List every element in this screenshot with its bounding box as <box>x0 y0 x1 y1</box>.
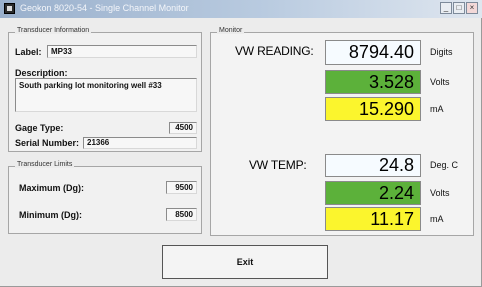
main-window: Geokon 8020-54 - Single Channel Monitor … <box>0 0 482 287</box>
serial-number-caption: Serial Number: <box>15 138 80 148</box>
minimize-icon[interactable]: _ <box>440 2 452 14</box>
minimum-caption: Minimum (Dg): <box>19 210 82 220</box>
vw-temp-ma: 11.17 <box>325 207 421 231</box>
label-field[interactable]: MP33 <box>47 45 197 58</box>
vw-temp-ma-unit: mA <box>430 214 444 224</box>
label-caption: Label: <box>15 47 42 57</box>
vw-temp-value: 24.8 <box>325 154 421 177</box>
title-bar[interactable]: Geokon 8020-54 - Single Channel Monitor … <box>0 0 482 18</box>
vw-temp-unit: Deg. C <box>430 160 459 170</box>
description-caption: Description: <box>15 68 68 78</box>
gage-type-caption: Gage Type: <box>15 123 64 133</box>
group-title-transducer-limits: Transducer Limits <box>15 161 75 168</box>
close-icon[interactable]: × <box>466 2 478 14</box>
maximize-icon[interactable]: □ <box>453 2 465 14</box>
vw-reading-value: 8794.40 <box>325 40 421 65</box>
vw-reading-volts-unit: Volts <box>430 77 450 87</box>
transducer-information-group: Transducer Information Label: MP33 Descr… <box>8 27 202 152</box>
maximum-caption: Maximum (Dg): <box>19 183 84 193</box>
description-field[interactable]: South parking lot monitoring well #33 <box>15 78 197 112</box>
vw-reading-volts: 3.528 <box>325 70 421 94</box>
vw-reading-ma: 15.290 <box>325 97 421 121</box>
serial-number-field[interactable]: 21366 <box>83 137 197 149</box>
vw-reading-unit: Digits <box>430 47 453 57</box>
vw-temp-label: VW TEMP: <box>249 158 307 172</box>
app-icon <box>4 3 15 14</box>
vw-reading-label: VW READING: <box>235 44 314 58</box>
group-title-monitor: Monitor <box>217 27 245 34</box>
vw-temp-volts: 2.24 <box>325 181 421 205</box>
gage-type-field[interactable]: 4500 <box>169 122 197 134</box>
window-controls: _ □ × <box>440 2 478 14</box>
minimum-field[interactable]: 8500 <box>166 208 197 221</box>
window-title: Geokon 8020-54 - Single Channel Monitor <box>20 3 189 13</box>
group-title-transducer-information: Transducer Information <box>15 27 92 34</box>
transducer-limits-group: Transducer Limits Maximum (Dg): 9500 Min… <box>8 161 202 234</box>
exit-button[interactable]: Exit <box>162 245 328 279</box>
vw-reading-ma-unit: mA <box>430 104 444 114</box>
monitor-group: Monitor VW READING: 8794.40 Digits 3.528… <box>210 27 474 236</box>
maximum-field[interactable]: 9500 <box>166 181 197 194</box>
vw-temp-volts-unit: Volts <box>430 188 450 198</box>
